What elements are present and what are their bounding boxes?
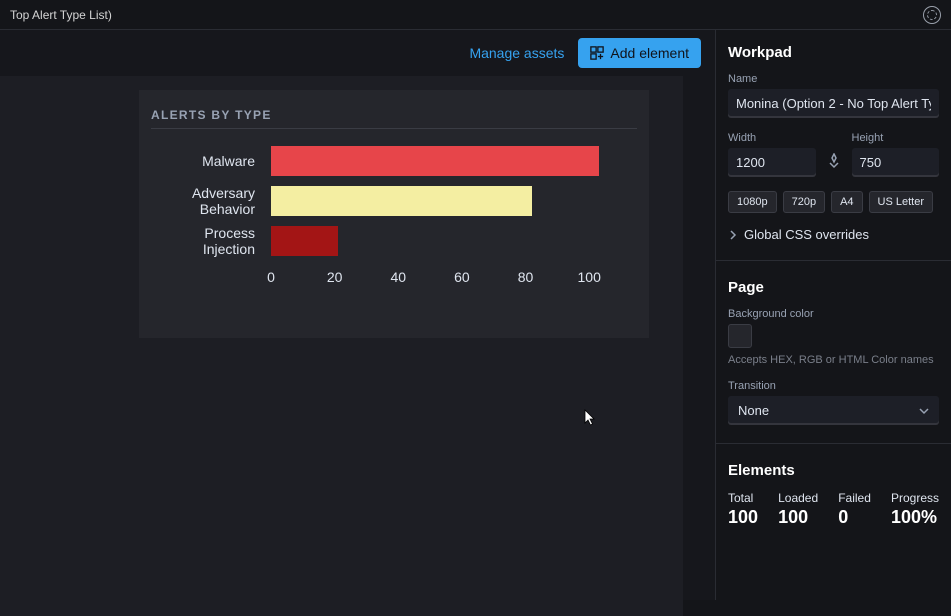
manage-assets-link[interactable]: Manage assets — [469, 45, 564, 61]
transition-label: Transition — [728, 380, 939, 392]
stat-item: Failed 0 — [838, 491, 871, 528]
stat-label: Progress — [891, 491, 939, 505]
chart-bar-label: Process Injection — [151, 225, 271, 257]
workpad-name-input[interactable] — [728, 89, 939, 118]
css-overrides-toggle[interactable]: Global CSS overrides — [728, 227, 939, 242]
properties-sidebar: Workpad Name Width Height 1080p 720p A4 US … — [715, 30, 951, 600]
chart-bar-row: Malware — [151, 143, 637, 179]
top-bar: Top Alert Type List) — [0, 0, 951, 30]
stat-value: 0 — [838, 507, 871, 528]
add-element-label: Add element — [610, 45, 689, 61]
stat-item: Loaded 100 — [778, 491, 818, 528]
chart-bar-track — [271, 226, 637, 256]
height-label: Height — [852, 132, 940, 144]
cursor-icon — [584, 409, 596, 427]
name-label: Name — [728, 73, 939, 85]
chart-element[interactable]: ALERTS BY TYPE Malware Adversary Behavior… — [139, 90, 649, 338]
chart-bar-row: Process Injection — [151, 223, 637, 259]
workpad-canvas[interactable]: ALERTS BY TYPE Malware Adversary Behavior… — [0, 76, 683, 616]
chart-bar-track — [271, 146, 637, 176]
preset-button[interactable]: 1080p — [728, 191, 777, 213]
transition-select[interactable]: None — [728, 396, 939, 425]
chart-title: ALERTS BY TYPE — [151, 108, 637, 129]
preset-button[interactable]: 720p — [783, 191, 825, 213]
stat-value: 100% — [891, 507, 939, 528]
chart-bar-label: Adversary Behavior — [151, 185, 271, 217]
preset-button[interactable]: US Letter — [869, 191, 933, 213]
stat-item: Total 100 — [728, 491, 758, 528]
chart-x-tick: 80 — [518, 269, 534, 285]
stat-label: Total — [728, 491, 758, 505]
chart-x-tick: 20 — [327, 269, 343, 285]
chart-bar-fill — [271, 186, 532, 216]
stat-label: Loaded — [778, 491, 818, 505]
transition-value: None — [738, 403, 769, 418]
auto-resize-icon[interactable] — [826, 153, 842, 169]
workpad-breadcrumb: Top Alert Type List) — [10, 8, 112, 22]
add-element-button[interactable]: Add element — [578, 38, 701, 68]
height-input[interactable] — [852, 148, 940, 177]
bg-color-swatch[interactable] — [728, 324, 752, 348]
elements-section-title: Elements — [728, 462, 939, 479]
chart-bar-fill — [271, 146, 599, 176]
page-section-title: Page — [728, 279, 939, 296]
chart-bar-fill — [271, 226, 338, 256]
workpad-section-title: Workpad — [728, 44, 939, 61]
add-element-icon — [590, 46, 604, 60]
css-overrides-label: Global CSS overrides — [744, 227, 869, 242]
stat-item: Progress 100% — [891, 491, 939, 528]
chart-x-axis: 020406080100 — [271, 269, 637, 287]
bg-color-label: Background color — [728, 308, 939, 320]
stat-value: 100 — [728, 507, 758, 528]
chart-x-tick: 60 — [454, 269, 470, 285]
chart-x-tick: 40 — [390, 269, 406, 285]
chart-bar-track — [271, 186, 637, 216]
chart-x-tick: 100 — [577, 269, 600, 285]
bg-color-hint: Accepts HEX, RGB or HTML Color names — [728, 354, 939, 366]
stat-value: 100 — [778, 507, 818, 528]
width-input[interactable] — [728, 148, 816, 177]
preset-button[interactable]: A4 — [831, 191, 862, 213]
width-label: Width — [728, 132, 816, 144]
chart-bar-row: Adversary Behavior — [151, 183, 637, 219]
chevron-down-icon — [919, 406, 929, 416]
stat-label: Failed — [838, 491, 871, 505]
canvas-toolbar: Manage assets Add element — [0, 30, 715, 76]
chart-x-tick: 0 — [267, 269, 275, 285]
chevron-right-icon — [728, 230, 738, 240]
chart-bar-label: Malware — [151, 153, 271, 169]
fullscreen-icon[interactable] — [923, 6, 941, 24]
canvas-area: Manage assets Add element ALERTS BY TYPE… — [0, 30, 715, 600]
